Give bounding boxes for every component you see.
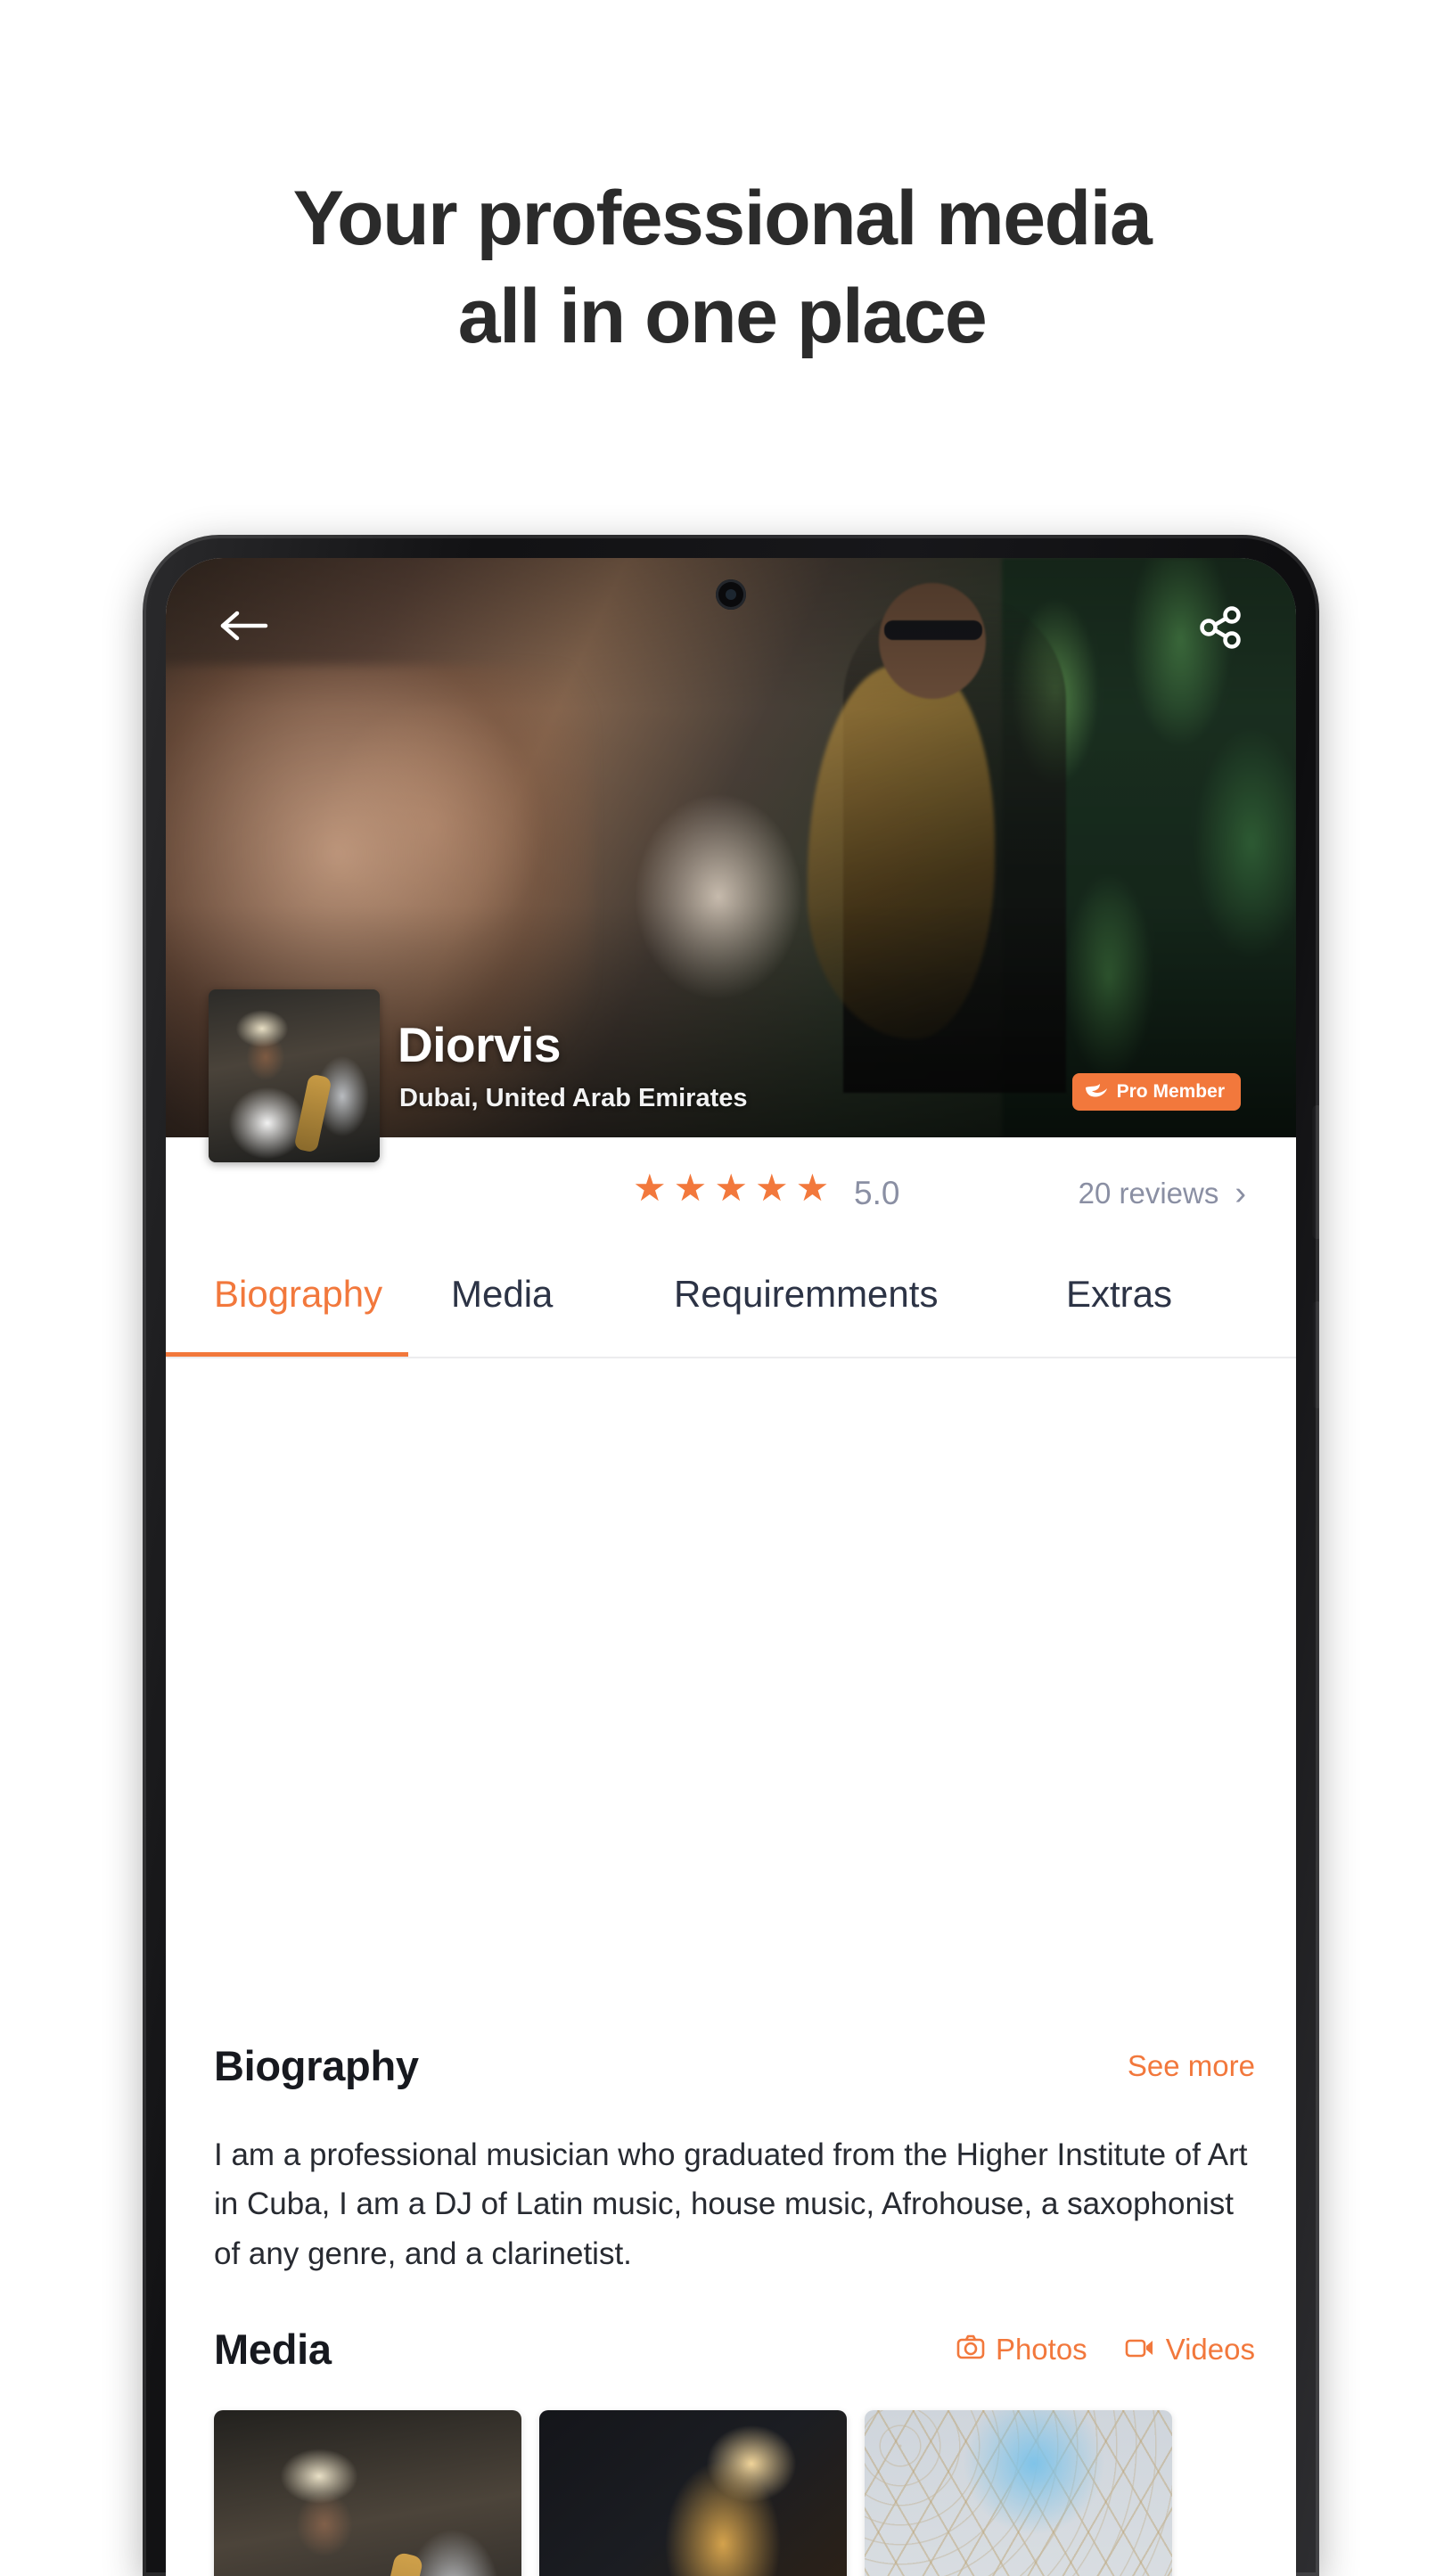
media-header: Media Photos Videos [214,2325,1255,2374]
videos-button[interactable]: Videos [1125,2333,1255,2367]
biography-title: Biography [214,2042,419,2089]
profile-location: Dubai, United Arab Emirates [399,1084,748,1112]
biography-header: Biography See more [214,2041,1255,2090]
reviews-count-label: 20 reviews [1078,1177,1219,1210]
star-icon: ★ [633,1167,667,1209]
avatar[interactable] [209,989,380,1162]
bird-icon [1085,1082,1108,1103]
active-tab-indicator [166,1352,408,1357]
rating-value: 5.0 [854,1175,900,1211]
chevron-right-icon: › [1235,1175,1246,1212]
star-icon: ★ [714,1167,748,1209]
media-thumbnail[interactable] [539,2410,847,2576]
headline-line-2: all in one place [457,274,988,360]
biography-body: I am a professional musician who graduat… [214,2137,1248,2271]
headline-line-1: Your professional media [292,176,1153,261]
reviews-link[interactable]: 20 reviews › [1079,1177,1246,1210]
star-icon: ★ [673,1167,708,1209]
power-button[interactable] [1312,1105,1319,1239]
share-icon[interactable] [1198,604,1244,651]
see-more-button[interactable]: See more [1128,2049,1255,2083]
media-filter-buttons: Photos Videos [956,2333,1255,2367]
photos-button[interactable]: Photos [956,2333,1087,2367]
tab-media[interactable]: Media [451,1273,553,1316]
arrow-left-icon[interactable] [219,608,269,644]
phone-screen: Diorvis Dubai, United Arab Emirates Pro … [166,558,1296,2576]
media-title: Media [214,2326,332,2373]
phone-mockup: Diorvis Dubai, United Arab Emirates Pro … [143,535,1319,2576]
tab-extras[interactable]: Extras [1066,1273,1172,1316]
media-thumbnail[interactable] [865,2410,1172,2576]
videos-label: Videos [1165,2332,1255,2366]
profile-name: Diorvis [398,1017,561,1072]
video-camera-icon [1125,2333,1155,2367]
tab-requirements[interactable]: Requiremments [674,1273,938,1316]
status-badge-label: Pro Member [1116,1081,1225,1102]
camera-icon [956,2333,985,2367]
media-thumbnail[interactable] [214,2410,521,2576]
star-rating: ★ ★ ★ ★ ★ [633,1169,829,1207]
star-icon: ★ [795,1167,830,1209]
status-badge[interactable]: Pro Member [1071,1073,1241,1111]
photos-label: Photos [995,2332,1087,2366]
star-icon: ★ [754,1167,789,1209]
app-topbar [166,558,1296,683]
volume-button[interactable] [1312,1301,1319,1408]
tab-bar: Biography Media Requiremments Extras [166,1246,1296,1358]
tab-biography[interactable]: Biography [214,1273,382,1316]
page-title: Your professional media all in one place [0,169,1444,365]
front-camera-icon [716,579,746,610]
tab-content-biography: Biography See more I am a professional m… [166,1358,1296,2576]
